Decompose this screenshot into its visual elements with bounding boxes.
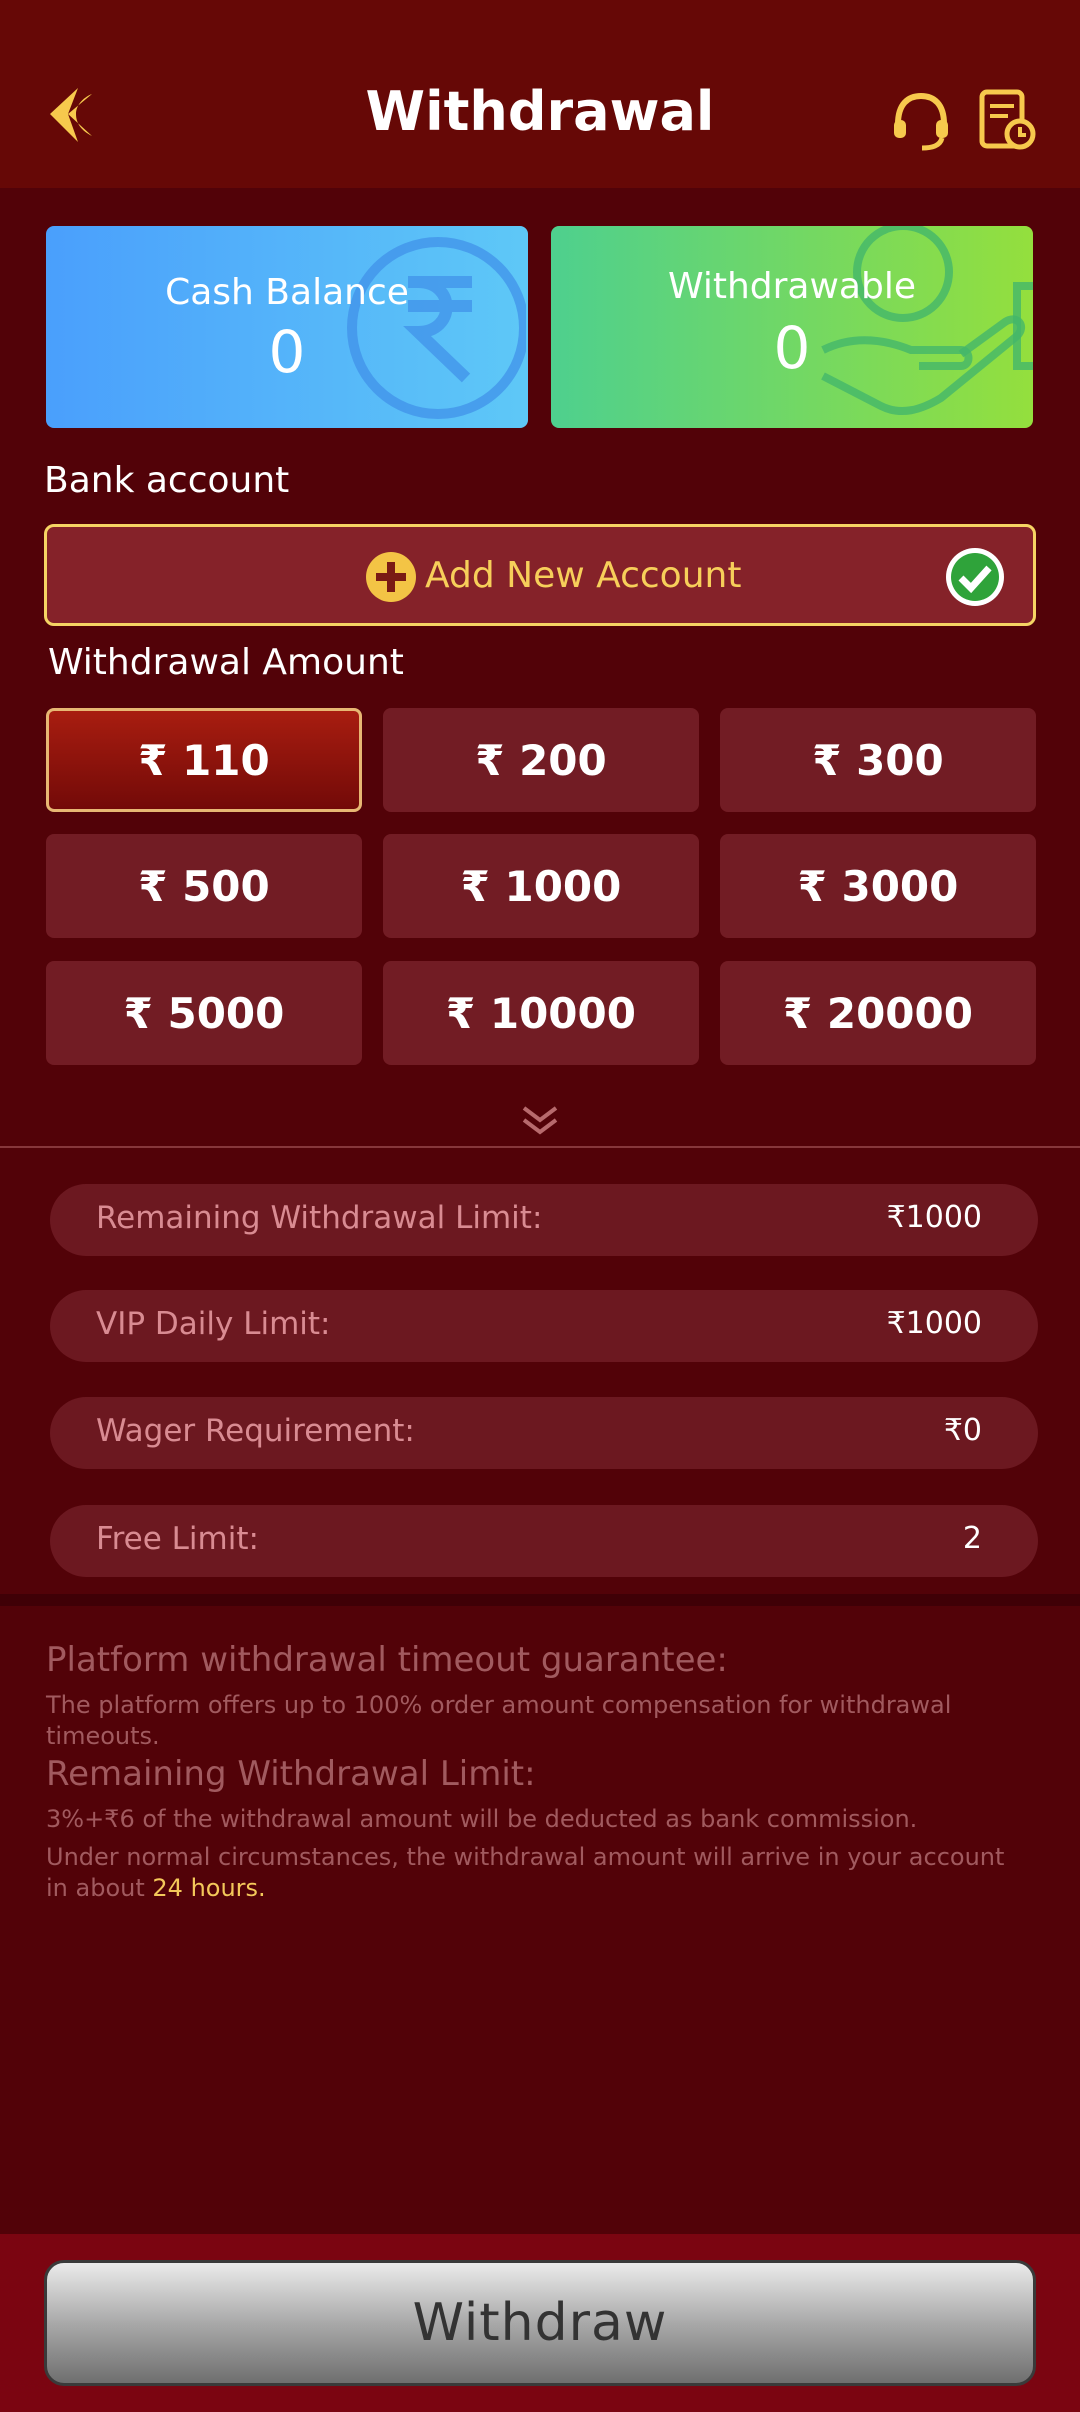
remaining-limit-row: Remaining Withdrawal Limit: ₹1000: [50, 1184, 1038, 1256]
plus-icon: [366, 552, 416, 602]
amount-option-110[interactable]: ₹ 110: [46, 708, 362, 812]
guarantee-text: The platform offers up to 100% order amo…: [46, 1691, 952, 1750]
free-limit-row: Free Limit: 2: [50, 1505, 1038, 1577]
headset-icon[interactable]: [890, 90, 952, 152]
cash-balance-card: Cash Balance 0: [46, 226, 528, 428]
chevron-down-icon[interactable]: [520, 1104, 560, 1138]
footer: Withdraw: [0, 2234, 1080, 2412]
limit-value: ₹1000: [886, 1200, 982, 1235]
header: Withdrawal: [0, 0, 1080, 188]
limit-label: Wager Requirement:: [96, 1413, 415, 1449]
vip-daily-limit-row: VIP Daily Limit: ₹1000: [50, 1290, 1038, 1362]
amount-option-10000[interactable]: ₹ 10000: [383, 961, 699, 1065]
check-icon: [946, 548, 1004, 606]
withdraw-button[interactable]: Withdraw: [44, 2260, 1036, 2386]
amount-option-1000[interactable]: ₹ 1000: [383, 834, 699, 938]
amount-option-200[interactable]: ₹ 200: [383, 708, 699, 812]
limit-label: Free Limit:: [96, 1521, 259, 1557]
withdrawable-card: Withdrawable 0: [551, 226, 1033, 428]
withdrawal-amount-label: Withdrawal Amount: [48, 642, 404, 683]
limit-value: ₹0: [943, 1413, 982, 1448]
arrival-highlight: 24 hours.: [152, 1874, 266, 1902]
limit-label: VIP Daily Limit:: [96, 1306, 331, 1342]
arrival-text: Under normal circumstances, the withdraw…: [46, 1842, 1006, 1904]
divider: [0, 1146, 1080, 1148]
amount-option-3000[interactable]: ₹ 3000: [720, 834, 1036, 938]
amount-option-5000[interactable]: ₹ 5000: [46, 961, 362, 1065]
cash-balance-value: 0: [268, 318, 306, 386]
limit-value: ₹1000: [886, 1306, 982, 1341]
withdrawable-value: 0: [773, 314, 811, 382]
amount-option-20000[interactable]: ₹ 20000: [720, 961, 1036, 1065]
amount-option-500[interactable]: ₹ 500: [46, 834, 362, 938]
section-separator: [0, 1594, 1080, 1606]
amount-option-300[interactable]: ₹ 300: [720, 708, 1036, 812]
withdrawable-label: Withdrawable: [668, 266, 916, 307]
cash-balance-label: Cash Balance: [165, 272, 409, 313]
commission-text: 3%+₹6 of the withdrawal amount will be d…: [46, 1805, 918, 1833]
wager-requirement-row: Wager Requirement: ₹0: [50, 1397, 1038, 1469]
limit-info-title: Remaining Withdrawal Limit:: [46, 1754, 536, 1794]
guarantee-title: Platform withdrawal timeout guarantee:: [46, 1640, 728, 1680]
limit-value: 2: [962, 1521, 982, 1556]
add-account-label: Add New Account: [425, 555, 742, 596]
bank-account-label: Bank account: [44, 460, 290, 501]
history-icon[interactable]: [978, 88, 1036, 152]
limit-label: Remaining Withdrawal Limit:: [96, 1200, 543, 1236]
add-account-button[interactable]: Add New Account: [44, 524, 1036, 626]
